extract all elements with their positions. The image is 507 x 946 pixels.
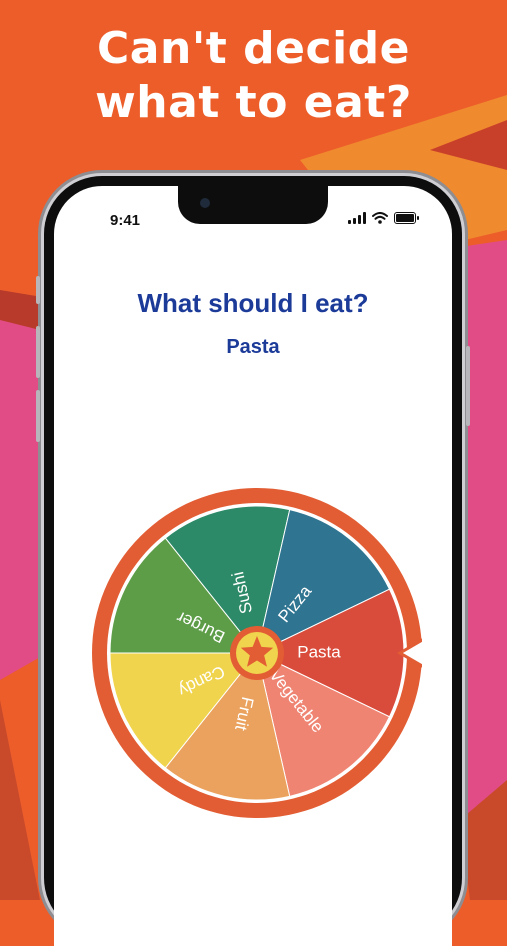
phone-side-button (466, 346, 470, 426)
phone-notch (178, 186, 328, 224)
phone-frame: 9:41 What should I eat? Pasta Sushi Pizza… (36, 176, 470, 946)
wheel-label-pasta: Pasta (297, 642, 341, 661)
wifi-icon (372, 212, 388, 224)
signal-icon (348, 212, 366, 224)
selected-result: Pasta (226, 336, 280, 358)
status-time: 9:41 (110, 212, 141, 229)
headline-line-1: Can't decide (97, 23, 410, 74)
phone-side-button (36, 276, 40, 304)
app-title: What should I eat? (137, 288, 369, 318)
camera-icon (200, 198, 210, 208)
headline-line-2: what to eat? (95, 77, 412, 128)
phone-screen: 9:41 What should I eat? Pasta Sushi Pizza… (54, 186, 452, 946)
phone-side-button (36, 390, 40, 442)
spin-wheel[interactable]: Sushi PizzaPastaVegetableFruitCandyBurger (92, 488, 422, 818)
promo-headline: Can't decide what to eat? (0, 22, 507, 130)
battery-icon (394, 212, 419, 224)
phone-side-button (36, 326, 40, 378)
status-icons (348, 212, 419, 224)
